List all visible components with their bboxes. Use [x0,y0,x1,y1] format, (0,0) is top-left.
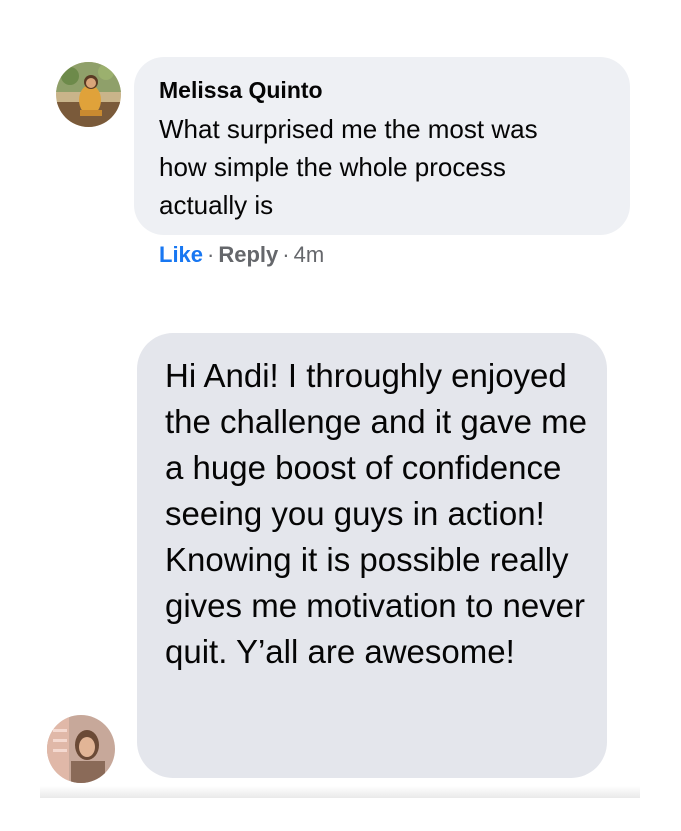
profile-photo-icon [56,62,121,127]
comment-bubble[interactable]: Hi Andi! I throughly enjoyed the challen… [137,333,607,778]
comment-actions: Like · Reply · 4m [159,241,324,269]
separator-dot: · [282,242,290,267]
avatar[interactable] [56,62,121,127]
separator-dot: · [207,242,215,267]
avatar[interactable] [47,715,115,783]
comment-author[interactable]: Melissa Quinto [159,76,630,104]
comment-bubble[interactable]: Melissa Quinto What surprised me the mos… [134,57,630,235]
profile-photo-icon [47,715,115,783]
comment-text: Hi Andi! I throughly enjoyed the challen… [165,357,587,670]
panel-shadow [40,786,640,798]
reply-button[interactable]: Reply [218,242,278,267]
comment-text: What surprised me the most was how simpl… [159,114,538,220]
comment-timestamp[interactable]: 4m [294,242,325,267]
like-button[interactable]: Like [159,242,203,267]
